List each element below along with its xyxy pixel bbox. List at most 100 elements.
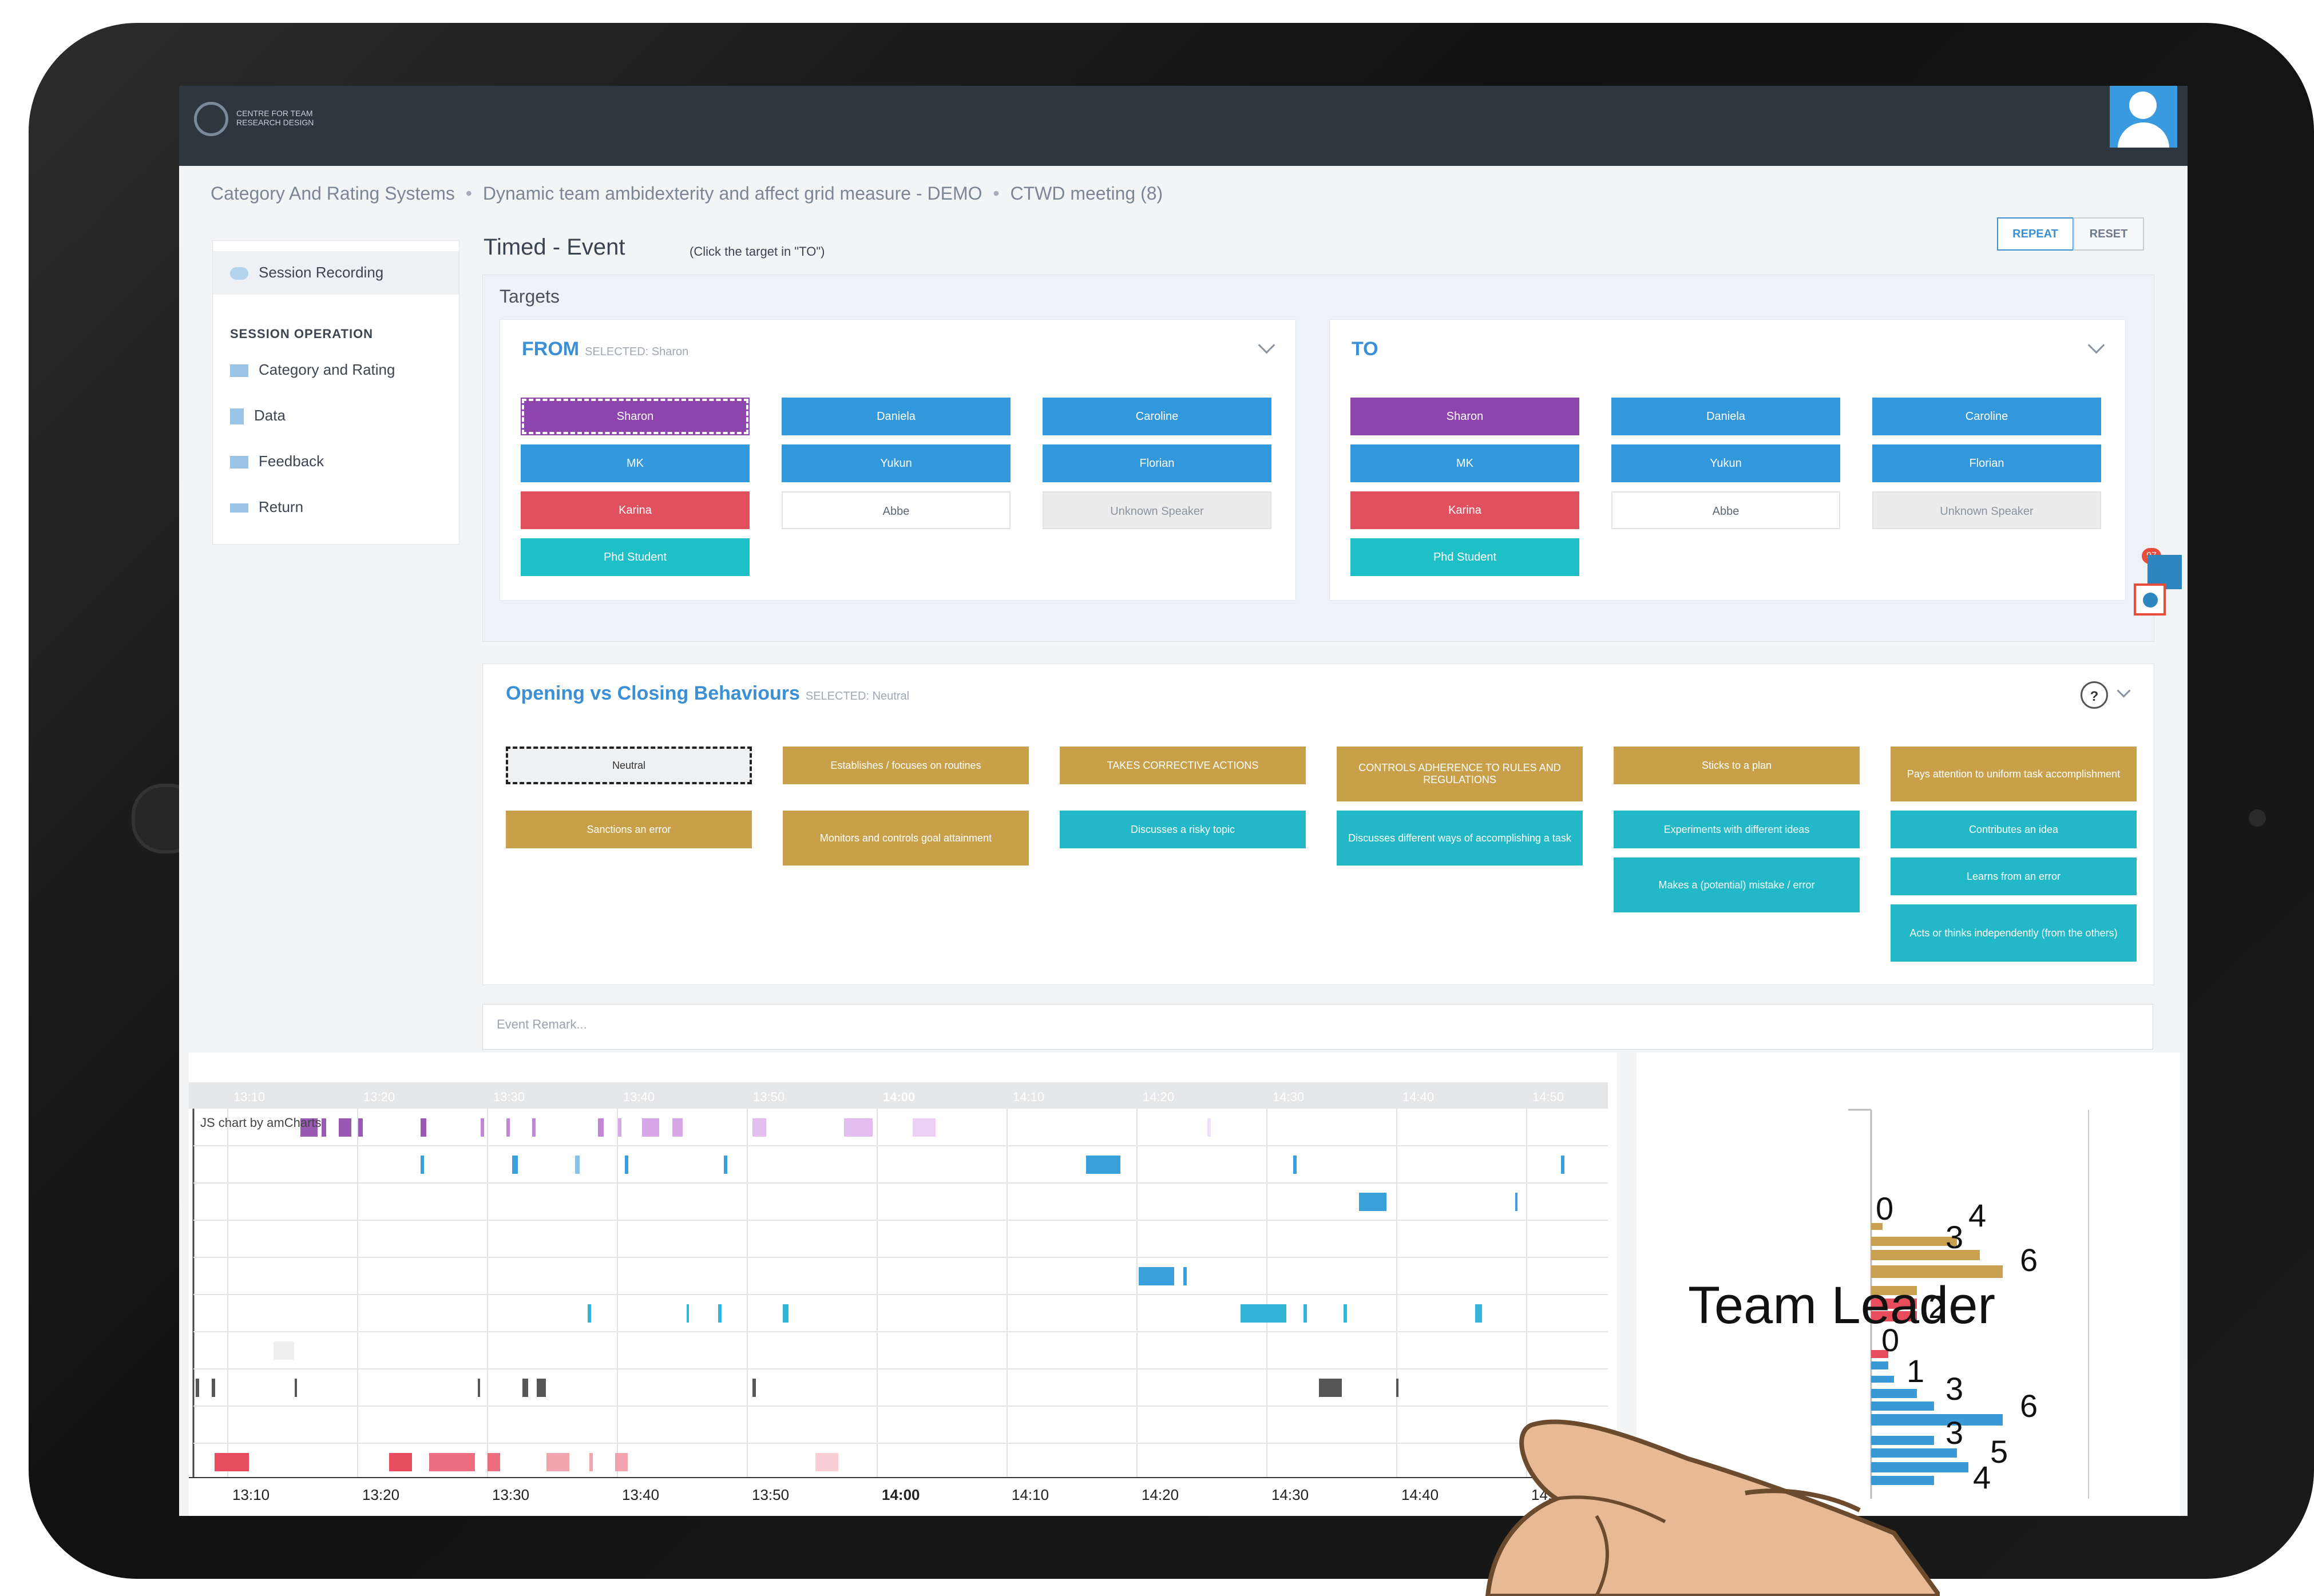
timeline-event xyxy=(1515,1193,1517,1211)
user-avatar[interactable] xyxy=(2110,86,2177,148)
timeline-chart: JS chart by amCharts 13:10 13:10 13:20 1… xyxy=(189,1053,1617,1516)
timeline-event xyxy=(488,1453,500,1471)
sidebar-item-label: Return xyxy=(259,498,304,515)
to-target-daniela[interactable]: Daniela xyxy=(1611,398,1840,435)
timeline-tick-label: 13:40 xyxy=(622,1486,659,1503)
timeline-top-tick: 14:50 xyxy=(1532,1090,1564,1104)
from-target-mk[interactable]: MK xyxy=(521,444,750,482)
breadcrumb-item[interactable]: Category And Rating Systems xyxy=(211,183,455,204)
behaviour-establishes-routines[interactable]: Establishes / focuses on routines xyxy=(783,747,1029,784)
chevron-down-icon[interactable] xyxy=(1258,336,1275,354)
from-target-daniela[interactable]: Daniela xyxy=(782,398,1011,435)
timeline-tick-label: 14:10 xyxy=(1012,1486,1049,1503)
sidebar-item-category-and-rating[interactable]: Category and Rating xyxy=(230,361,395,379)
repeat-button[interactable]: REPEAT xyxy=(1997,217,2074,251)
to-title: TO xyxy=(1352,338,1378,360)
timeline-event xyxy=(615,1453,628,1471)
to-target-abbe[interactable]: Abbe xyxy=(1611,491,1840,529)
behaviour-risky-topic[interactable]: Discusses a risky topic xyxy=(1060,811,1306,848)
breadcrumb-item[interactable]: Dynamic team ambidexterity and affect gr… xyxy=(483,183,982,204)
timeline-event xyxy=(1319,1379,1342,1397)
timeline-event xyxy=(752,1118,766,1137)
behaviour-experiments[interactable]: Experiments with different ideas xyxy=(1614,811,1860,848)
event-remark-input[interactable]: Event Remark... xyxy=(482,1004,2153,1050)
info-icon[interactable] xyxy=(2134,583,2166,616)
timeline-event xyxy=(1241,1304,1286,1323)
timeline-tick-label: 14:20 xyxy=(1142,1486,1179,1503)
timeline-event xyxy=(506,1118,510,1137)
timeline-event xyxy=(429,1453,475,1471)
sidebar-item-return[interactable]: Return xyxy=(230,498,303,516)
timeline-event xyxy=(575,1156,580,1174)
timeline-event xyxy=(421,1118,426,1137)
behaviour-neutral[interactable]: Neutral xyxy=(506,747,752,784)
to-target-florian[interactable]: Florian xyxy=(1872,444,2101,482)
from-target-abbe[interactable]: Abbe xyxy=(782,491,1011,529)
to-target-karina[interactable]: Karina xyxy=(1350,491,1579,529)
bar xyxy=(1871,1389,1917,1398)
bar-value: 6 xyxy=(2020,1388,2038,1424)
behaviour-makes-mistake[interactable]: Makes a (potential) mistake / error xyxy=(1614,857,1860,912)
timeline-event xyxy=(537,1379,546,1397)
to-target-mk[interactable]: MK xyxy=(1350,444,1579,482)
behaviour-different-ways[interactable]: Discusses different ways of accomplishin… xyxy=(1337,811,1583,866)
behaviour-sticks-to-plan[interactable]: Sticks to a plan xyxy=(1614,747,1860,784)
to-target-yukun[interactable]: Yukun xyxy=(1611,444,1840,482)
behaviour-contributes-idea[interactable]: Contributes an idea xyxy=(1891,811,2137,848)
timeline-event xyxy=(478,1379,480,1397)
from-target-karina[interactable]: Karina xyxy=(521,491,750,529)
timeline-top-tick: 13:50 xyxy=(753,1090,784,1104)
from-target-florian[interactable]: Florian xyxy=(1043,444,1271,482)
timeline-event xyxy=(618,1118,621,1137)
to-target-unknown-speaker[interactable]: Unknown Speaker xyxy=(1872,491,2101,529)
timeline-event xyxy=(588,1304,591,1323)
bar-value: 4 xyxy=(1973,1459,1991,1495)
to-box: TO Sharon Daniela Caroline MK Yukun Flor… xyxy=(1329,319,2126,601)
sidebar-item-session-recording[interactable]: Session Recording xyxy=(213,251,459,295)
to-target-sharon[interactable]: Sharon xyxy=(1350,398,1579,435)
behaviour-uniform-task[interactable]: Pays attention to uniform task accomplis… xyxy=(1891,747,2137,801)
timeline-event xyxy=(1207,1118,1211,1137)
sidebar-item-feedback[interactable]: Feedback xyxy=(230,452,324,470)
from-target-yukun[interactable]: Yukun xyxy=(782,444,1011,482)
behaviour-acts-independently[interactable]: Acts or thinks independently (from the o… xyxy=(1891,904,2137,962)
timeline-event xyxy=(522,1379,528,1397)
timeline-event xyxy=(672,1118,683,1137)
avatar-body-icon xyxy=(2118,122,2169,148)
timeline-event xyxy=(481,1118,484,1137)
behaviour-learns-from-error[interactable]: Learns from an error xyxy=(1891,857,2137,895)
timeline-event xyxy=(215,1453,249,1471)
timeline-event xyxy=(1396,1379,1398,1397)
reset-button[interactable]: RESET xyxy=(2073,217,2144,251)
timeline-event xyxy=(339,1118,351,1137)
timeline-event xyxy=(546,1453,569,1471)
chevron-down-icon[interactable] xyxy=(2117,684,2131,698)
timeline-event xyxy=(358,1118,363,1137)
sidebar-section-heading: SESSION OPERATION xyxy=(230,327,374,341)
breadcrumb-separator: • xyxy=(465,183,472,204)
sidebar-item-label: Category and Rating xyxy=(259,361,395,378)
bar-value: 5 xyxy=(1990,1434,2008,1470)
sidebar-item-data[interactable]: Data xyxy=(230,407,286,425)
to-target-caroline[interactable]: Caroline xyxy=(1872,398,2101,435)
from-target-phd-student[interactable]: Phd Student xyxy=(521,538,750,576)
behaviour-controls-adherence[interactable]: CONTROLS ADHERENCE TO RULES AND REGULATI… xyxy=(1337,747,1583,801)
help-icon[interactable]: ? xyxy=(2081,681,2108,709)
logo-text: CENTRE FOR TEAM RESEARCH DESIGN xyxy=(236,109,314,127)
from-target-sharon[interactable]: Sharon xyxy=(521,398,750,435)
from-title: FROM SELECTED: Sharon xyxy=(522,338,688,360)
chart-credit: JS chart by amCharts xyxy=(200,1115,322,1130)
breadcrumb-item[interactable]: CTWD meeting (8) xyxy=(1010,183,1163,204)
behaviour-monitors-goal[interactable]: Monitors and controls goal attainment xyxy=(783,811,1029,866)
bar-value: 0 xyxy=(1876,1190,1894,1226)
bar-value: 3 xyxy=(1945,1371,1964,1407)
timeline-tick-label: 14:00 xyxy=(882,1486,920,1503)
behaviour-sanctions-error[interactable]: Sanctions an error xyxy=(506,811,752,848)
behaviour-takes-corrective-actions[interactable]: TAKES CORRECTIVE ACTIONS xyxy=(1060,747,1306,784)
from-target-unknown-speaker[interactable]: Unknown Speaker xyxy=(1043,491,1271,529)
timeline-event xyxy=(512,1156,518,1174)
from-target-caroline[interactable]: Caroline xyxy=(1043,398,1271,435)
timeline-top-tick: 13:30 xyxy=(493,1090,525,1104)
chevron-down-icon[interactable] xyxy=(2087,336,2105,354)
to-target-phd-student[interactable]: Phd Student xyxy=(1350,538,1579,576)
